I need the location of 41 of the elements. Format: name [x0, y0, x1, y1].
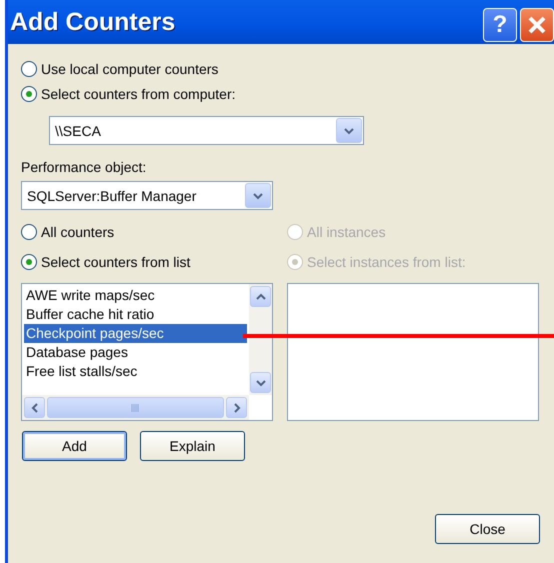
field-label: Performance object:: [21, 159, 148, 175]
radio-button[interactable]: [21, 224, 37, 240]
computer-combo[interactable]: \\SECA: [49, 116, 364, 145]
object-combo[interactable]: SQLServer:Buffer Manager: [21, 181, 273, 210]
radio-label: Select instances from list:: [307, 254, 466, 270]
radio-button[interactable]: [21, 86, 37, 102]
chevron-up-icon: [256, 292, 266, 300]
chevron-down-icon: [256, 378, 266, 386]
close-dialog-button[interactable]: Close: [435, 514, 540, 544]
scroll-down-button[interactable]: [250, 372, 271, 393]
dropdown-button[interactable]: [245, 183, 271, 208]
horizontal-scrollbar[interactable]: [22, 395, 249, 420]
list-item[interactable]: AWE write maps/sec: [24, 286, 247, 305]
list-item[interactable]: Database pages: [24, 343, 247, 362]
scroll-right-button[interactable]: [226, 397, 247, 418]
vertical-scrollbar[interactable]: [249, 284, 272, 395]
radio-button[interactable]: [21, 254, 37, 270]
help-button[interactable]: ?: [483, 8, 517, 42]
chevron-left-icon: [30, 402, 38, 412]
explain-button[interactable]: Explain: [140, 431, 245, 461]
radio-label: All counters: [41, 224, 114, 240]
scroll-thumb[interactable]: [47, 397, 224, 418]
window-title: Add Counters: [10, 8, 176, 36]
list-item[interactable]: Free list stalls/sec: [24, 362, 247, 381]
dropdown-button[interactable]: [336, 118, 362, 143]
radio-label: All instances: [307, 224, 386, 240]
add-button[interactable]: Add: [22, 431, 127, 461]
close-button[interactable]: [520, 8, 554, 42]
radio-label: Select counters from computer:: [41, 86, 236, 102]
close-icon: [527, 15, 547, 35]
scroll-up-button[interactable]: [250, 286, 271, 307]
radio-label: Select counters from list: [41, 254, 190, 270]
list-item[interactable]: Checkpoint pages/sec: [24, 324, 247, 343]
radio-label: Use local computer counters: [41, 60, 218, 76]
grip-icon: [131, 404, 140, 412]
scroll-left-button[interactable]: [24, 397, 45, 418]
chevron-down-icon: [253, 192, 263, 200]
radio-button[interactable]: [21, 60, 37, 76]
chevron-right-icon: [232, 402, 240, 412]
chevron-down-icon: [344, 126, 354, 134]
list-item[interactable]: Buffer cache hit ratio: [24, 305, 247, 324]
